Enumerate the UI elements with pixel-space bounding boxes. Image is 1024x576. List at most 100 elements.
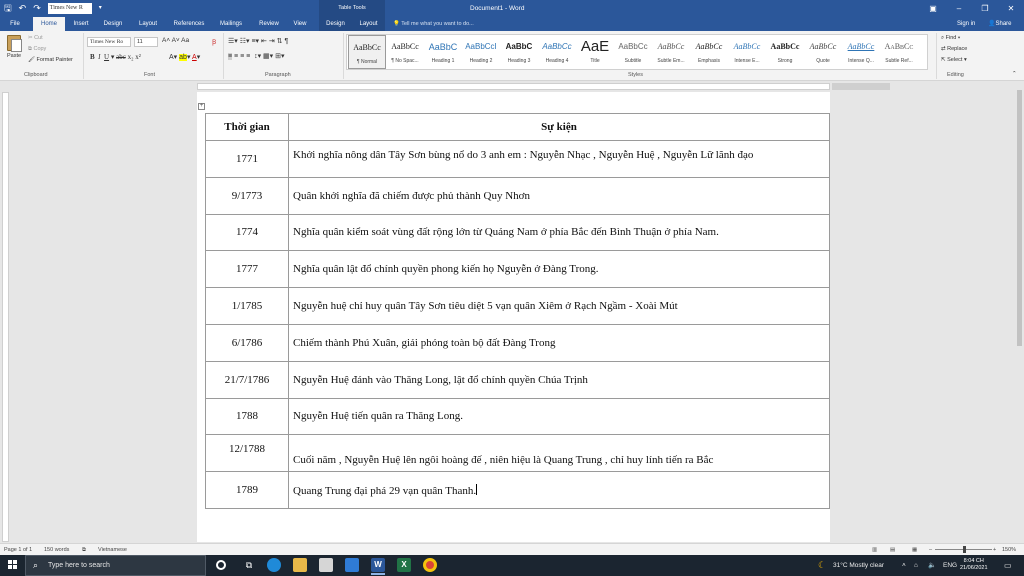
tab-home[interactable]: Home: [33, 17, 65, 31]
share-button[interactable]: 👤Share: [988, 17, 1012, 31]
cell-event[interactable]: Khởi nghĩa nông dân Tây Sơn bùng nổ do 3…: [288, 140, 830, 178]
cell-time[interactable]: 1771: [205, 140, 289, 178]
cell-event[interactable]: Nghĩa quân lật đổ chính quyền phong kiến…: [288, 250, 830, 289]
show-hidden-icons-icon[interactable]: ˄: [902, 555, 906, 576]
cell-event[interactable]: Nguyễn Huệ tiến quân ra Thăng Long.: [288, 397, 830, 436]
alignment-buttons[interactable]: ≡ ≡ ≡ ≡ ↕▾ ▦▾ ⊞▾: [228, 52, 284, 60]
tab-review[interactable]: Review: [254, 17, 284, 31]
file-explorer-icon[interactable]: [293, 558, 307, 572]
collapse-ribbon-icon[interactable]: ⌃: [1012, 71, 1017, 77]
cell-event[interactable]: Nghĩa quân kiểm soát vùng đất rộng lớn t…: [288, 213, 830, 252]
edge-icon[interactable]: [267, 558, 281, 572]
store-icon[interactable]: [319, 558, 333, 572]
style-intense-emphasis[interactable]: AaBbCc Intense E...: [728, 35, 766, 69]
windows-start-icon[interactable]: [8, 560, 18, 570]
scrollbar-thumb[interactable]: [1017, 90, 1022, 346]
style-heading-4[interactable]: AaBbCc Heading 4: [538, 35, 576, 69]
tab-design[interactable]: Design: [98, 17, 128, 31]
ribbon-display-options-icon[interactable]: ▣: [920, 0, 946, 17]
tab-insert[interactable]: Insert: [68, 17, 94, 31]
style-no-spacing[interactable]: AaBbCc ¶ No Spac...: [386, 35, 424, 69]
tab-view[interactable]: View: [288, 17, 312, 31]
cell-event[interactable]: Chiếm thành Phú Xuân, giải phóng toàn bộ…: [288, 323, 830, 362]
bold-italic-underline-buttons[interactable]: B I U ▾ abc x₂ x²: [90, 53, 141, 61]
minimize-button[interactable]: –: [946, 0, 972, 17]
style-subtle-emphasis[interactable]: AaBbCc Subtle Em...: [652, 35, 690, 69]
tab-references[interactable]: References: [168, 17, 210, 31]
style-intense-quote[interactable]: AaBbCc Intense Q...: [842, 35, 880, 69]
list-indent-buttons[interactable]: ☰▾ ☷▾ ≡▾ ⇤ ⇥ ⇅ ¶: [228, 37, 288, 45]
format-painter-button[interactable]: 🖌 Format Painter: [28, 57, 73, 63]
mail-icon[interactable]: [345, 558, 359, 572]
style-subtle-reference[interactable]: AaBbCc Subtle Ref...: [880, 35, 918, 69]
style-emphasis[interactable]: AaBbCc Emphasis: [690, 35, 728, 69]
clear-formatting-icon[interactable]: Ꞵ: [212, 37, 216, 46]
sign-in-link[interactable]: Sign in: [957, 17, 975, 31]
volume-icon[interactable]: 🔈: [928, 555, 936, 576]
restore-button[interactable]: ❐: [972, 0, 998, 17]
excel-app-icon[interactable]: X: [397, 558, 411, 572]
qat-font-box[interactable]: Times New R: [47, 3, 92, 14]
style-quote[interactable]: AaBbCc Quote: [804, 35, 842, 69]
ruler-bar[interactable]: [197, 83, 830, 90]
cell-event[interactable]: Cuối năm , Nguyễn Huệ lên ngôi hoàng đế …: [288, 434, 830, 473]
cell-time[interactable]: 1777: [205, 250, 289, 289]
notifications-icon[interactable]: ▭: [1004, 555, 1012, 576]
redo-icon[interactable]: ↷: [33, 2, 41, 15]
zoom-slider-thumb[interactable]: [963, 546, 966, 553]
weather-text[interactable]: 31°C Mostly clear: [833, 555, 884, 576]
taskbar-search-box[interactable]: ⌕ Type here to search: [25, 555, 206, 576]
chrome-icon[interactable]: [423, 558, 437, 572]
tab-table-layout[interactable]: Layout: [352, 17, 385, 31]
style-title[interactable]: AaE Title: [576, 35, 614, 69]
network-icon[interactable]: ⌂: [914, 555, 918, 576]
paste-icon[interactable]: [7, 35, 22, 52]
taskbar-clock[interactable]: 8:04 CH 21/06/2021: [960, 558, 988, 572]
weather-icon[interactable]: ☾: [818, 555, 826, 576]
style-normal[interactable]: AaBbCc ¶ Normal: [348, 35, 386, 69]
header-time[interactable]: Thời gian: [205, 113, 289, 141]
header-event[interactable]: Sự kiện: [288, 113, 830, 141]
word-app-icon[interactable]: W: [371, 558, 385, 575]
input-language[interactable]: ENG: [943, 555, 957, 576]
tab-table-design[interactable]: Design: [319, 17, 352, 31]
style-heading-2[interactable]: AaBbCcI Heading 2: [462, 35, 500, 69]
save-icon[interactable]: 🖫: [4, 2, 12, 15]
cell-event-active[interactable]: Quang Trung đại phá 29 vạn quân Thanh.: [288, 471, 830, 509]
paste-button[interactable]: Paste: [7, 53, 21, 59]
select-button[interactable]: ⇱ Select ▾: [941, 57, 967, 63]
find-button[interactable]: ⌕ Find ▾: [941, 35, 960, 42]
tab-mailings[interactable]: Mailings: [214, 17, 248, 31]
copy-button[interactable]: ⧉ Copy: [28, 46, 46, 53]
cut-button[interactable]: ✂ Cut: [28, 35, 43, 41]
style-strong[interactable]: AaBbCc Strong: [766, 35, 804, 69]
cell-event[interactable]: Nguyễn huệ chỉ huy quân Tây Sơn tiêu diệ…: [288, 287, 830, 325]
cell-time[interactable]: 6/1786: [205, 323, 289, 362]
style-heading-1[interactable]: AaBbC Heading 1: [424, 35, 462, 69]
font-size-box[interactable]: 11: [134, 37, 158, 47]
cell-time[interactable]: 12/1788: [205, 434, 289, 473]
vertical-scrollbar[interactable]: [1015, 82, 1024, 542]
cell-time[interactable]: 1774: [205, 213, 289, 252]
cell-event[interactable]: Quân khởi nghĩa đã chiếm được phủ thành …: [288, 176, 830, 215]
undo-icon[interactable]: ↶: [19, 2, 27, 15]
task-view-icon[interactable]: ⧉: [242, 558, 256, 572]
cell-time[interactable]: 9/1773: [205, 176, 289, 215]
cell-time[interactable]: 1789: [205, 471, 289, 509]
grow-shrink-font-icons[interactable]: A˄ A˅ Aa: [162, 37, 189, 44]
tab-layout[interactable]: Layout: [133, 17, 163, 31]
cortana-icon[interactable]: [216, 560, 226, 570]
style-heading-3[interactable]: AaBbC Heading 3: [500, 35, 538, 69]
style-subtitle[interactable]: AaBbCc Subtitle: [614, 35, 652, 69]
tell-me-box[interactable]: 💡 Tell me what you want to do...: [393, 17, 474, 31]
replace-button[interactable]: ⇄ Replace: [941, 46, 967, 52]
font-name-box[interactable]: Times New Ro: [87, 37, 131, 47]
tab-file[interactable]: File: [2, 17, 28, 31]
cell-event[interactable]: Nguyễn Huệ đánh vào Thăng Long, lật đổ c…: [288, 360, 830, 399]
cell-time[interactable]: 1788: [205, 397, 289, 436]
table-move-handle-icon[interactable]: +: [198, 103, 205, 110]
cell-time[interactable]: 1/1785: [205, 287, 289, 325]
close-button[interactable]: ✕: [998, 0, 1024, 17]
customize-qat-icon[interactable]: ▾: [99, 2, 102, 15]
cell-time[interactable]: 21/7/1786: [205, 360, 289, 399]
